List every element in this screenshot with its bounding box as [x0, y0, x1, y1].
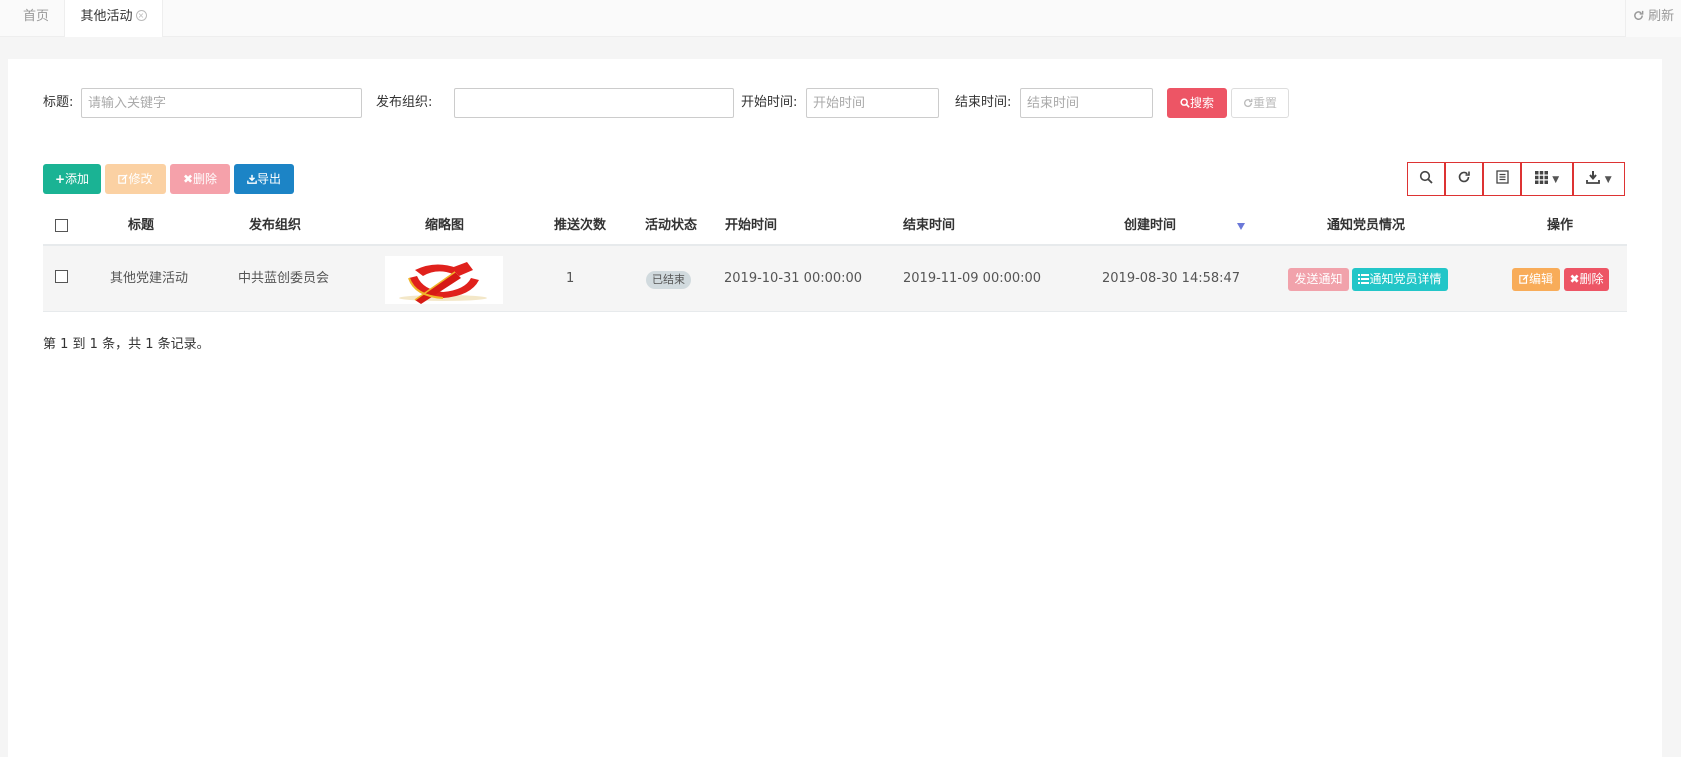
cell-created-time: 2019-08-30 14:58:47 [1102, 271, 1241, 286]
refresh-icon [1244, 98, 1253, 108]
column-header-actions: 操作 [1547, 218, 1574, 233]
columns-dropdown-button[interactable]: ▼ [1521, 162, 1573, 196]
delete-label: 删除 [193, 172, 218, 186]
table-refresh-button[interactable] [1445, 162, 1483, 196]
cell-title: 其他党建活动 [110, 271, 189, 286]
search-button[interactable]: 搜索 [1167, 88, 1227, 118]
row-edit-label: 编辑 [1528, 272, 1553, 286]
column-header-org[interactable]: 发布组织 [249, 206, 301, 246]
edit-label: 修改 [128, 172, 153, 186]
edit-icon [118, 174, 129, 184]
row-delete-label: 删除 [1579, 272, 1604, 286]
toggle-view-button[interactable] [1483, 162, 1521, 196]
org-label: 发布组织: [376, 95, 433, 110]
end-time-input[interactable] [1020, 88, 1153, 118]
sort-desc-icon[interactable] [1237, 223, 1245, 230]
add-button[interactable]: +添加 [43, 164, 101, 194]
refresh-label: 刷新 [1648, 9, 1675, 24]
caret-down-icon: ▼ [1604, 175, 1612, 185]
notification-details-button[interactable]: 通知党员详情 [1352, 268, 1448, 291]
list-icon [1495, 170, 1509, 184]
column-header-end-time[interactable]: 结束时间 [903, 206, 955, 246]
edit-icon [1519, 274, 1529, 284]
refresh-icon [1634, 10, 1644, 20]
delete-button[interactable]: ✖删除 [170, 164, 230, 194]
table-row[interactable]: 其他党建活动 中共蓝创委员会 1 已结束 2019-10-31 00:00:00… [43, 246, 1627, 312]
caret-down-icon: ▼ [1552, 175, 1560, 185]
tab-home-label: 首页 [22, 9, 49, 24]
list-icon [1358, 274, 1370, 284]
export-label: 导出 [256, 172, 281, 186]
notification-details-label: 通知党员详情 [1369, 272, 1442, 286]
tab-bar: 首页 其他活动 × 刷新 [0, 0, 1681, 37]
reset-button[interactable]: 重置 [1231, 88, 1289, 118]
column-header-created-time[interactable]: 创建时间 [1124, 206, 1176, 246]
row-delete-button[interactable]: ✖删除 [1564, 268, 1609, 291]
plus-icon: + [54, 172, 66, 186]
row-checkbox[interactable] [55, 270, 68, 283]
start-time-input[interactable] [806, 88, 939, 118]
send-notification-label: 发送通知 [1294, 272, 1343, 286]
end-time-label: 结束时间: [955, 95, 1012, 110]
org-input[interactable] [454, 88, 734, 118]
data-table: 标题 发布组织 缩略图 推送次数 活动状态 开始时间 结束时间 创建时间 通知党… [43, 206, 1627, 312]
grid-icon [1534, 171, 1548, 184]
search-icon [1180, 98, 1190, 108]
search-icon [1419, 170, 1433, 184]
close-icon[interactable]: × [135, 10, 147, 21]
tab-other-activities[interactable]: 其他活动 × [65, 0, 163, 37]
select-all-checkbox[interactable] [55, 219, 68, 232]
send-notification-button[interactable]: 发送通知 [1288, 268, 1349, 291]
cell-start-time: 2019-10-31 00:00:00 [724, 271, 863, 286]
refresh-button[interactable]: 刷新 [1625, 0, 1681, 37]
column-header-status[interactable]: 活动状态 [645, 206, 697, 246]
add-label: 添加 [65, 172, 90, 186]
pagination-summary: 第 1 到 1 条，共 1 条记录。 [43, 337, 210, 352]
export-dropdown-button[interactable]: ▼ [1573, 162, 1625, 196]
title-label: 标题: [43, 95, 74, 110]
row-edit-button[interactable]: 编辑 [1512, 268, 1560, 291]
search-button-label: 搜索 [1189, 96, 1214, 110]
edit-button[interactable]: 修改 [105, 164, 166, 194]
column-header-title[interactable]: 标题 [128, 206, 154, 246]
party-emblem-icon [399, 262, 487, 304]
cell-end-time: 2019-11-09 00:00:00 [903, 271, 1042, 286]
table-search-button[interactable] [1407, 162, 1445, 196]
column-header-thumbnail[interactable]: 缩略图 [425, 206, 464, 246]
main-panel: 标题: 发布组织: 开始时间: 结束时间: 搜索 重置 +添加 修改 ✖删除 导… [8, 59, 1662, 757]
column-header-push-count[interactable]: 推送次数 [554, 206, 606, 246]
cell-push-count: 1 [566, 271, 575, 286]
reset-button-label: 重置 [1252, 96, 1277, 110]
table-header: 标题 发布组织 缩略图 推送次数 活动状态 开始时间 结束时间 创建时间 通知党… [43, 206, 1627, 246]
thumbnail-image[interactable] [385, 256, 503, 304]
column-header-notify[interactable]: 通知党员情况 [1327, 206, 1405, 246]
title-search-input[interactable] [81, 88, 362, 118]
download-icon [1586, 171, 1601, 184]
tab-home[interactable]: 首页 [8, 0, 65, 37]
status-badge: 已结束 [646, 271, 691, 289]
remove-icon: ✖ [1569, 272, 1580, 286]
remove-icon: ✖ [182, 172, 194, 186]
tab-active-label: 其他活动 [80, 9, 133, 24]
export-button[interactable]: 导出 [234, 164, 294, 194]
start-time-label: 开始时间: [741, 95, 798, 110]
cell-org: 中共蓝创委员会 [238, 271, 330, 286]
refresh-icon [1458, 171, 1470, 183]
column-header-start-time[interactable]: 开始时间 [725, 206, 777, 246]
download-icon [247, 174, 257, 184]
